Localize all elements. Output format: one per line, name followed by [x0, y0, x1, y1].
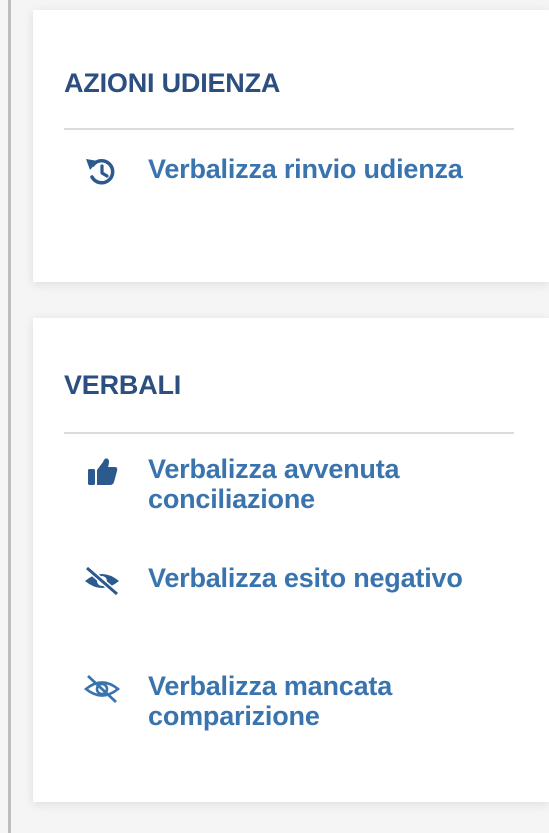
verbalizza-mancata-comparizione-link[interactable]: Verbalizza mancata comparizione — [80, 671, 468, 731]
verbalizza-esito-negativo-label: Verbalizza esito negativo — [148, 563, 463, 593]
azioni-udienza-card: AZIONI UDIENZA Verbalizza rinvio udienza — [33, 10, 549, 282]
verbalizza-esito-negativo-link[interactable]: Verbalizza esito negativo — [80, 563, 468, 597]
eye-slash-solid-icon — [80, 565, 124, 597]
verbalizza-mancata-comparizione-label: Verbalizza mancata comparizione — [148, 671, 393, 731]
verbalizza-avvenuta-conciliazione-label: Verbalizza avvenuta conciliazione — [148, 454, 400, 514]
verbalizza-rinvio-udienza-link[interactable]: Verbalizza rinvio udienza — [80, 154, 468, 188]
verbali-divider — [64, 432, 514, 434]
verbali-card: VERBALI Verbalizza avvenuta conciliazion… — [33, 318, 549, 802]
left-border — [8, 0, 11, 833]
verbali-title: VERBALI — [64, 370, 182, 400]
azioni-udienza-divider — [64, 128, 514, 130]
history-icon — [80, 156, 124, 188]
verbalizza-avvenuta-conciliazione-link[interactable]: Verbalizza avvenuta conciliazione — [80, 454, 468, 514]
eye-slash-outline-icon — [80, 673, 124, 705]
verbalizza-rinvio-udienza-label: Verbalizza rinvio udienza — [148, 154, 463, 184]
thumbs-up-icon — [80, 456, 124, 488]
azioni-udienza-title: AZIONI UDIENZA — [64, 68, 281, 98]
side-panel: AZIONI UDIENZA Verbalizza rinvio udienza… — [0, 0, 549, 833]
